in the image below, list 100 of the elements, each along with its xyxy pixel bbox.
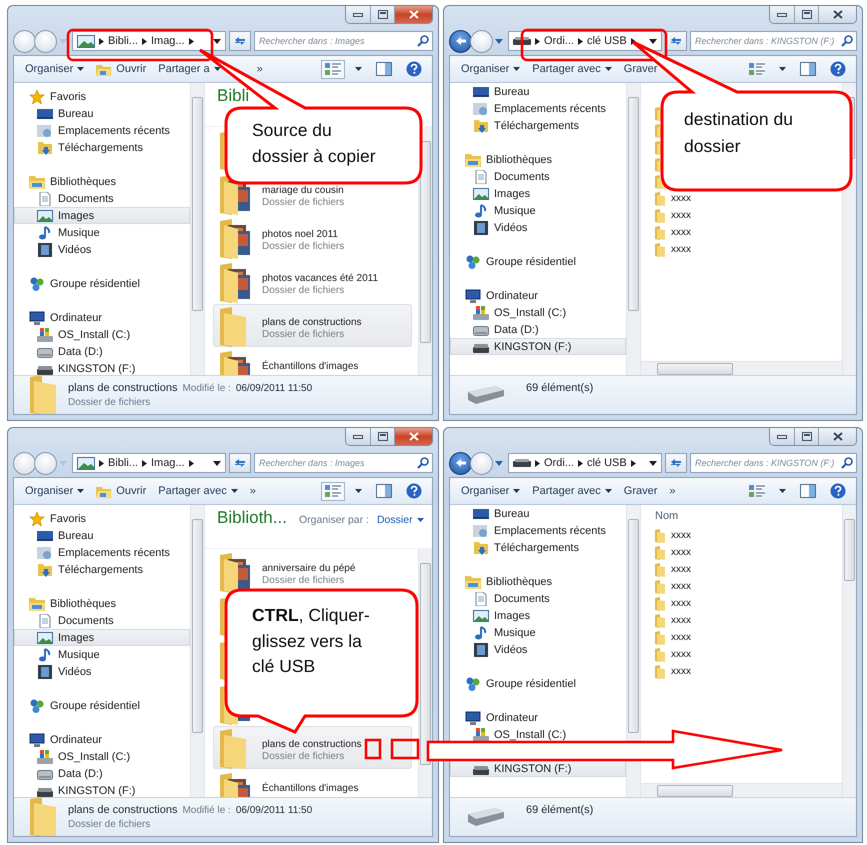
nav-item[interactable]: Bibliothèques [14,595,190,612]
file-name[interactable]: xxxx [671,632,691,643]
nav-item[interactable]: Téléchargements [450,539,626,556]
toolbar-button[interactable]: Partager a [155,61,224,77]
column-header[interactable]: Nom [655,510,678,522]
toolbar-button[interactable]: Ouvrir [93,60,150,78]
nav-item[interactable]: Téléchargements [14,139,190,156]
nav-item[interactable]: OS_Install (C:) [450,726,626,743]
address-bar[interactable]: Bibli... Imag... [72,31,226,51]
breadcrumb-segment[interactable]: Imag... [150,457,185,469]
nav-item[interactable]: Musique [14,646,190,663]
nav-item[interactable]: Ordinateur [450,709,626,726]
breadcrumb-segment[interactable]: Imag... [150,35,185,47]
toolbar-button[interactable]: Organiser [22,483,88,499]
nav-item[interactable]: Musique [450,202,626,219]
file-name[interactable]: xxxx [671,227,691,238]
nav-item[interactable]: Vidéos [450,641,626,658]
toolbar-button[interactable]: Partager avec [155,483,241,499]
nav-item[interactable]: Groupe résidentiel [450,675,626,692]
nav-item[interactable]: Favoris [14,510,190,527]
folder-item[interactable]: photos noel 2011 Dossier de fichiers [213,216,412,259]
nav-item[interactable]: OS_Install (C:) [14,748,190,765]
breadcrumb-segment[interactable]: Ordi... [544,35,574,47]
nav-item[interactable]: Téléchargements [450,117,626,134]
toolbar-button[interactable]: Organiser [22,61,88,77]
address-bar[interactable]: Ordi... clé USB [508,31,662,51]
nav-item[interactable]: KINGSTON (F:) [14,360,190,375]
breadcrumb-segment[interactable]: Ordi... [544,457,574,469]
toolbar-button[interactable]: Organiser [458,61,524,77]
search-field[interactable]: Rechercher dans : KINGSTON (F:) [690,31,857,51]
toolbar-button[interactable]: » [254,61,266,77]
breadcrumb-segment[interactable]: Bibli... [108,457,138,469]
file-name[interactable]: xxxx [671,244,691,255]
address-bar[interactable]: Bibli... Imag... [72,453,226,473]
nav-item[interactable]: Bibliothèques [14,173,190,190]
nav-item[interactable]: Documents [450,590,626,607]
nav-item[interactable]: Ordinateur [14,731,190,748]
file-name[interactable]: xxxx [671,581,691,592]
nav-item[interactable]: Ordinateur [450,287,626,304]
breadcrumb-segment[interactable]: Bibli... [108,35,138,47]
nav-item[interactable]: Emplacements récents [14,544,190,561]
search-field[interactable]: Rechercher dans : Images [254,453,433,473]
file-name[interactable]: xxxx [671,547,691,558]
nav-item[interactable]: Data (D:) [14,343,190,360]
nav-item[interactable]: Groupe résidentiel [14,697,190,714]
nav-item[interactable]: Emplacements récents [450,100,626,117]
nav-item[interactable]: Bibliothèques [450,151,626,168]
arrange-dropdown[interactable]: Dossier [376,514,424,526]
file-name[interactable]: xxxx [671,615,691,626]
nav-item[interactable]: Images [450,185,626,202]
file-name[interactable]: xxxx [671,193,691,204]
folder-item[interactable]: photos vacances été 2011 Dossier de fichiers [213,260,412,303]
nav-item[interactable]: Data (D:) [450,321,626,338]
toolbar-button[interactable]: Graver [620,483,660,499]
file-name[interactable]: xxxx [671,598,691,609]
toolbar-button[interactable]: Organiser [458,483,524,499]
nav-item[interactable]: OS_Install (C:) [14,326,190,343]
search-field[interactable]: Rechercher dans : Images [254,31,433,51]
nav-item[interactable]: Groupe résidentiel [14,275,190,292]
toolbar-button[interactable]: Graver [620,61,660,77]
nav-item[interactable]: Bureau [14,105,190,122]
nav-item[interactable]: Data (D:) [14,765,190,782]
folder-item[interactable]: plans de constructions Dossier de fichiers [213,726,412,769]
nav-item[interactable]: Bureau [450,83,626,100]
nav-item[interactable]: Emplacements récents [14,122,190,139]
breadcrumb-segment[interactable]: clé USB [586,457,627,469]
search-field[interactable]: Rechercher dans : KINGSTON (F:) [690,453,857,473]
address-bar[interactable]: Ordi... clé USB [508,453,662,473]
nav-item[interactable]: Vidéos [14,241,190,258]
folder-item[interactable]: anniversaire du pépé Dossier de fichiers [213,550,412,593]
toolbar-button[interactable]: Partager avec [529,61,615,77]
nav-item[interactable]: Bureau [450,505,626,522]
nav-item[interactable]: Musique [14,224,190,241]
toolbar-button[interactable]: Ouvrir [93,482,150,500]
file-name[interactable]: xxxx [671,210,691,221]
nav-item[interactable]: Images [450,607,626,624]
file-name[interactable]: xxxx [671,666,691,677]
file-name[interactable]: xxxx [671,564,691,575]
nav-item[interactable]: Favoris [14,88,190,105]
nav-item[interactable]: Ordinateur [14,309,190,326]
nav-item[interactable]: Vidéos [450,219,626,236]
nav-item[interactable]: Documents [14,612,190,629]
file-name[interactable]: xxxx [671,530,691,541]
nav-item[interactable]: KINGSTON (F:) [14,782,190,797]
nav-item[interactable]: Vidéos [14,663,190,680]
nav-item[interactable]: Images [14,629,190,646]
toolbar-button[interactable]: » [666,483,679,499]
toolbar-button[interactable]: Partager avec [529,483,615,499]
folder-item[interactable]: plans de constructions Dossier de fichiers [213,304,412,347]
nav-item[interactable]: Bureau [14,527,190,544]
nav-item[interactable]: Bibliothèques [450,573,626,590]
nav-item[interactable]: Images [14,207,190,224]
nav-item[interactable]: OS_Install (C:) [450,304,626,321]
nav-item[interactable]: Groupe résidentiel [450,253,626,270]
nav-item[interactable]: Emplacements récents [450,522,626,539]
breadcrumb-segment[interactable]: clé USB [586,35,627,47]
nav-item[interactable]: Musique [450,624,626,641]
toolbar-button[interactable]: » [246,483,259,499]
file-name[interactable]: xxxx [671,649,691,660]
nav-item[interactable]: Documents [450,168,626,185]
